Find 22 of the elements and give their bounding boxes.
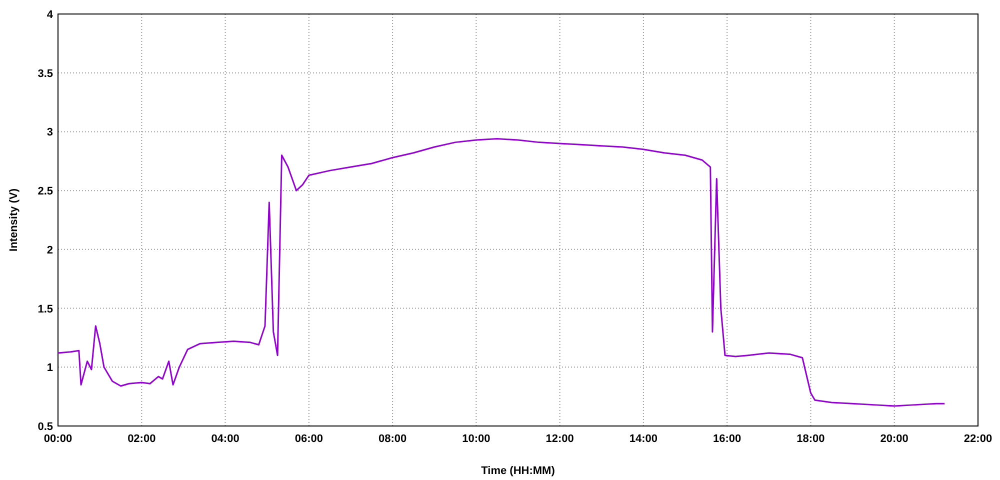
y-tick-label: 3 — [46, 126, 53, 139]
x-axis-title: Time (HH:MM) — [481, 465, 555, 477]
x-tick-label: 16:00 — [713, 433, 742, 445]
x-tick-label: 22:00 — [964, 433, 992, 445]
x-tick-label: 08:00 — [378, 433, 407, 445]
x-tick-label: 02:00 — [128, 433, 156, 445]
x-tick-label: 06:00 — [294, 433, 323, 445]
x-tick-label: 10:00 — [462, 433, 490, 445]
y-tick-label: 2.5 — [38, 186, 53, 198]
x-tick-label: 20:00 — [880, 433, 908, 445]
y-tick-label: 1 — [46, 362, 53, 374]
y-tick-label: 0.5 — [38, 421, 53, 433]
x-tick-label: 00:00 — [44, 433, 72, 445]
y-tick-label: 1.5 — [38, 303, 53, 316]
y-axis-title: Intensity (V) — [8, 188, 20, 252]
x-tick-label: 14:00 — [629, 433, 658, 445]
x-tick-label: 04:00 — [211, 433, 240, 445]
y-tick-label: 2 — [46, 244, 53, 256]
x-tick-label: 18:00 — [796, 433, 825, 445]
x-tick-label: 12:00 — [546, 433, 574, 445]
y-tick-label: 3.5 — [38, 68, 53, 80]
y-tick-label: 4 — [46, 9, 53, 21]
